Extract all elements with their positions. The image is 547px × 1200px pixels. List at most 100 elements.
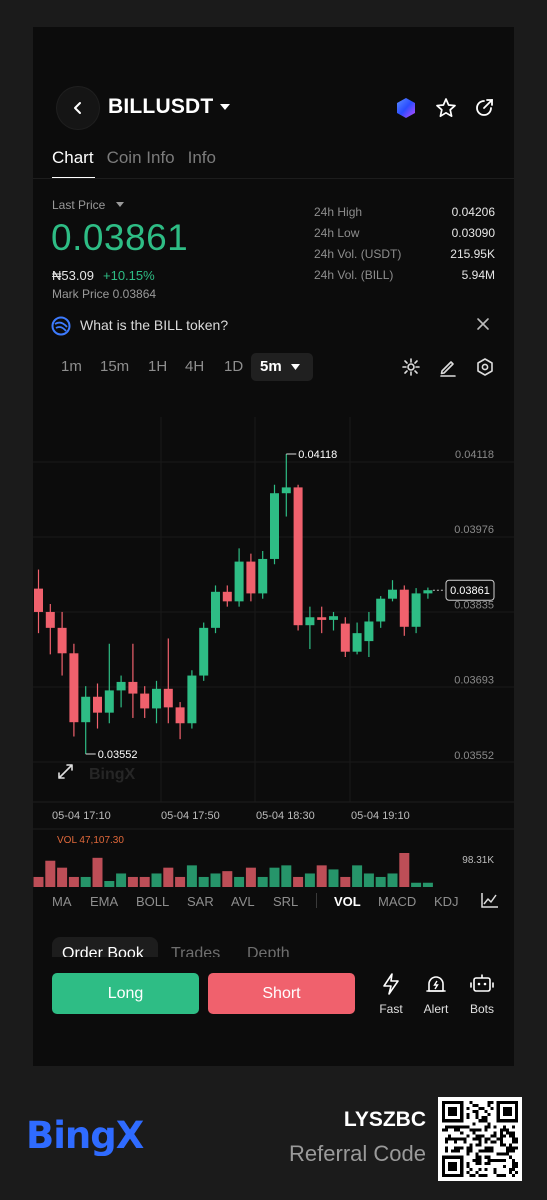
qr-module [478, 1155, 482, 1159]
x-tick-label: 05-04 17:10 [52, 810, 111, 822]
tab-info[interactable]: Info [188, 148, 216, 168]
indicator-ma[interactable]: MA [52, 894, 72, 909]
qr-module [505, 1146, 509, 1150]
volume-tick-label: 98.31K [462, 855, 494, 866]
qr-module [508, 1143, 512, 1147]
qr-module [499, 1152, 503, 1156]
candle-body [258, 558, 268, 594]
qr-module [511, 1146, 515, 1150]
qr-module [502, 1143, 506, 1147]
volume-bar [293, 876, 304, 887]
qr-module [502, 1134, 506, 1138]
close-icon[interactable] [476, 317, 490, 331]
qr-module [511, 1158, 515, 1162]
pencil-icon[interactable] [437, 356, 459, 378]
share-icon[interactable] [472, 96, 496, 120]
last-price-label[interactable]: Last Price [52, 198, 105, 212]
short-button[interactable]: Short [208, 973, 355, 1014]
qr-module [460, 1146, 464, 1150]
qr-module [493, 1158, 497, 1162]
qr-module [469, 1146, 473, 1150]
qr-module [445, 1125, 449, 1129]
qr-module [481, 1149, 485, 1153]
indicator-chart-icon[interactable] [481, 892, 499, 908]
indicator-sar[interactable]: SAR [187, 894, 214, 909]
long-button[interactable]: Long [52, 973, 199, 1014]
qr-module [460, 1137, 464, 1141]
volume-bar [245, 867, 256, 887]
timeframe-4h[interactable]: 4H [185, 358, 204, 375]
timeframe-1m[interactable]: 1m [61, 358, 82, 375]
qr-module [472, 1137, 476, 1141]
qr-module [499, 1131, 503, 1135]
candle-body [211, 591, 220, 628]
lightning-icon [383, 973, 399, 995]
timeframe-active[interactable]: 5m [260, 358, 282, 375]
volume-label: VOL 47,107.30 [57, 835, 124, 846]
volume-bar [257, 876, 268, 887]
qr-module [484, 1140, 488, 1144]
tab-chart[interactable]: Chart [52, 148, 94, 168]
qr-module [508, 1167, 512, 1171]
hexagon-logo-icon[interactable] [394, 96, 418, 120]
candle-body [163, 688, 173, 708]
qr-module [484, 1173, 488, 1177]
pair-selector[interactable]: BILLUSDT [108, 95, 213, 119]
indicator-avl[interactable]: AVL [231, 894, 255, 909]
banner-link[interactable]: What is the BILL token? [80, 317, 228, 333]
qr-module [496, 1173, 500, 1177]
back-button[interactable] [57, 87, 99, 129]
qr-module [469, 1173, 473, 1177]
settings-icon[interactable] [474, 356, 496, 378]
volume-bar [45, 860, 56, 887]
timeframe-1h[interactable]: 1H [148, 358, 167, 375]
qr-module [445, 1128, 449, 1132]
timeframe-15m[interactable]: 15m [100, 358, 129, 375]
candle-body [352, 633, 362, 652]
qr-module [466, 1107, 470, 1111]
fast-button[interactable]: Fast [371, 973, 411, 1016]
drawing-tools-icon[interactable] [400, 356, 422, 378]
volume-bar [340, 876, 351, 887]
qr-module [487, 1104, 491, 1108]
qr-module [511, 1134, 515, 1138]
qr-finder [448, 1107, 458, 1117]
timeframe-1d[interactable]: 1D [224, 358, 243, 375]
qr-module [502, 1164, 506, 1168]
qr-module [454, 1140, 458, 1144]
indicator-kdj[interactable]: KDJ [434, 894, 459, 909]
caret-down-icon[interactable] [116, 202, 124, 207]
qr-module [478, 1167, 482, 1171]
qr-module [511, 1164, 515, 1168]
x-tick-label: 05-04 18:30 [256, 810, 315, 822]
candle-body [270, 493, 279, 559]
bots-button[interactable]: Bots [462, 973, 502, 1016]
qr-module [472, 1173, 476, 1177]
indicator-macd[interactable]: MACD [378, 894, 416, 909]
qr-module [499, 1158, 503, 1162]
qr-module [475, 1152, 479, 1156]
volume-bar [116, 873, 127, 887]
alert-button[interactable]: Alert [416, 973, 456, 1016]
star-icon[interactable] [434, 96, 458, 120]
indicator-boll[interactable]: BOLL [136, 894, 169, 909]
candle-body [81, 696, 91, 723]
caret-down-icon[interactable] [219, 103, 231, 111]
qr-module [514, 1146, 518, 1150]
referral-code: LYSZBC [343, 1108, 426, 1131]
qr-module [484, 1128, 488, 1132]
tab-coin-info[interactable]: Coin Info [107, 148, 175, 168]
qr-module [469, 1101, 473, 1105]
price-chart[interactable]: BingX 0.04118 0.03976 0.03835 0.03693 0.0355… [33, 387, 514, 887]
qr-module [505, 1152, 509, 1156]
qr-module [445, 1140, 449, 1144]
candle-body [116, 681, 126, 691]
y-tick-label: 0.04118 [455, 449, 494, 461]
indicator-vol[interactable]: VOL [334, 894, 361, 909]
qr-module [484, 1161, 488, 1165]
qr-module [478, 1161, 482, 1165]
indicator-srl[interactable]: SRL [273, 894, 298, 909]
indicator-ema[interactable]: EMA [90, 894, 118, 909]
caret-down-icon[interactable] [291, 364, 300, 370]
qr-module [511, 1167, 515, 1171]
